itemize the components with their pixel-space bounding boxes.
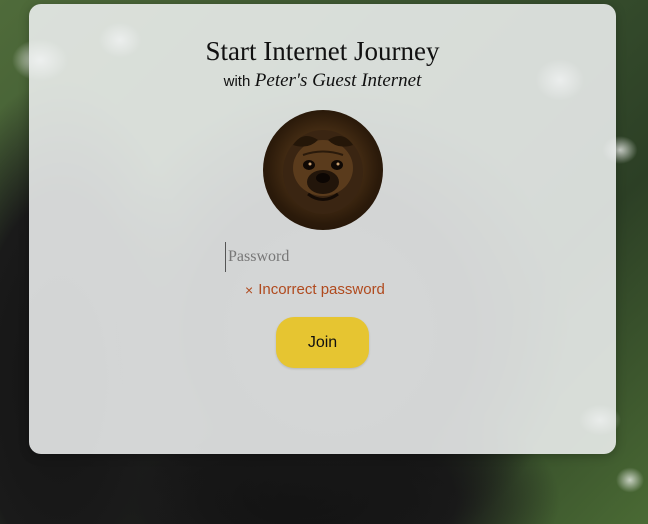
error-x-icon: × (245, 281, 254, 298)
pug-dog-icon (283, 130, 363, 214)
password-input[interactable] (225, 242, 430, 272)
page-title: Start Internet Journey (205, 36, 440, 66)
error-text: Incorrect password (258, 281, 385, 298)
join-button[interactable]: Join (276, 317, 369, 368)
login-card: Start Internet Journey with Peter's Gues… (29, 4, 616, 454)
network-name: Peter's Guest Internet (254, 70, 422, 91)
subtitle-prefix: with (223, 73, 251, 90)
avatar (263, 110, 383, 230)
error-message: × Incorrect password (245, 281, 385, 298)
page-subtitle: with Peter's Guest Internet (29, 70, 616, 92)
